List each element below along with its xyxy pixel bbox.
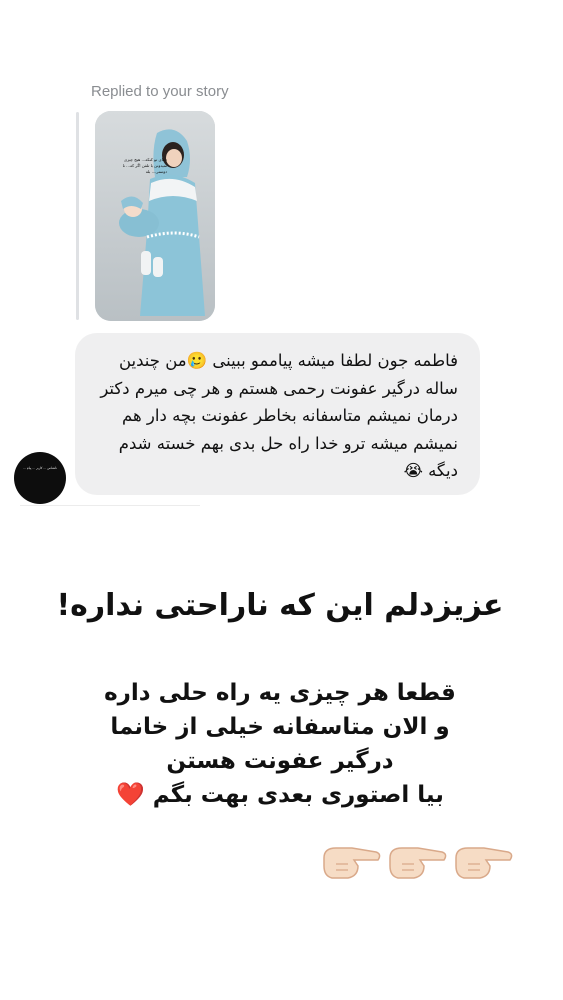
divider	[20, 505, 200, 506]
reply-indicator-bar	[76, 112, 79, 320]
response-line-1: قطعا هر چیزی یه راه حلی داره	[104, 680, 456, 706]
message-text: فاطمه جون لطفا میشه پیاممو ببینی 🥲من چند…	[100, 351, 458, 480]
story-photo-illustration	[95, 111, 215, 321]
story-thumbnail[interactable]: دعای تو کنکه... هیچ چیزی نمیدونن با تلفن…	[95, 111, 215, 321]
response-headline: عزیزدلم این که ناراحتی نداره!	[56, 588, 504, 623]
replied-to-story-label: Replied to your story	[91, 83, 229, 100]
response-body: قطعا هر چیزی یه راه حلی داره و الان متاس…	[40, 676, 520, 812]
story-overlay-text: دعای تو کنکه... هیچ چیزی نمیدونن با تلفن…	[122, 157, 167, 174]
avatar-caption: ناشناس ... کاربر ... پیام ...	[23, 466, 57, 470]
sender-avatar[interactable]: ناشناس ... کاربر ... پیام ...	[14, 452, 66, 504]
response-line-4: بیا اصتوری بعدی بهت بگم ❤️	[116, 782, 444, 808]
message-bubble[interactable]: فاطمه جون لطفا میشه پیاممو ببینی 🥲من چند…	[75, 333, 480, 495]
pointer-emoji-row	[318, 836, 518, 888]
backhand-index-pointing-right-icon	[323, 847, 381, 879]
response-line-3: درگیر عفونت هستن	[166, 748, 394, 774]
backhand-index-pointing-right-icon	[389, 847, 447, 879]
backhand-index-pointing-right-icon	[455, 847, 513, 879]
response-line-2: و الان متاسفانه خیلی از خانما	[110, 714, 450, 740]
